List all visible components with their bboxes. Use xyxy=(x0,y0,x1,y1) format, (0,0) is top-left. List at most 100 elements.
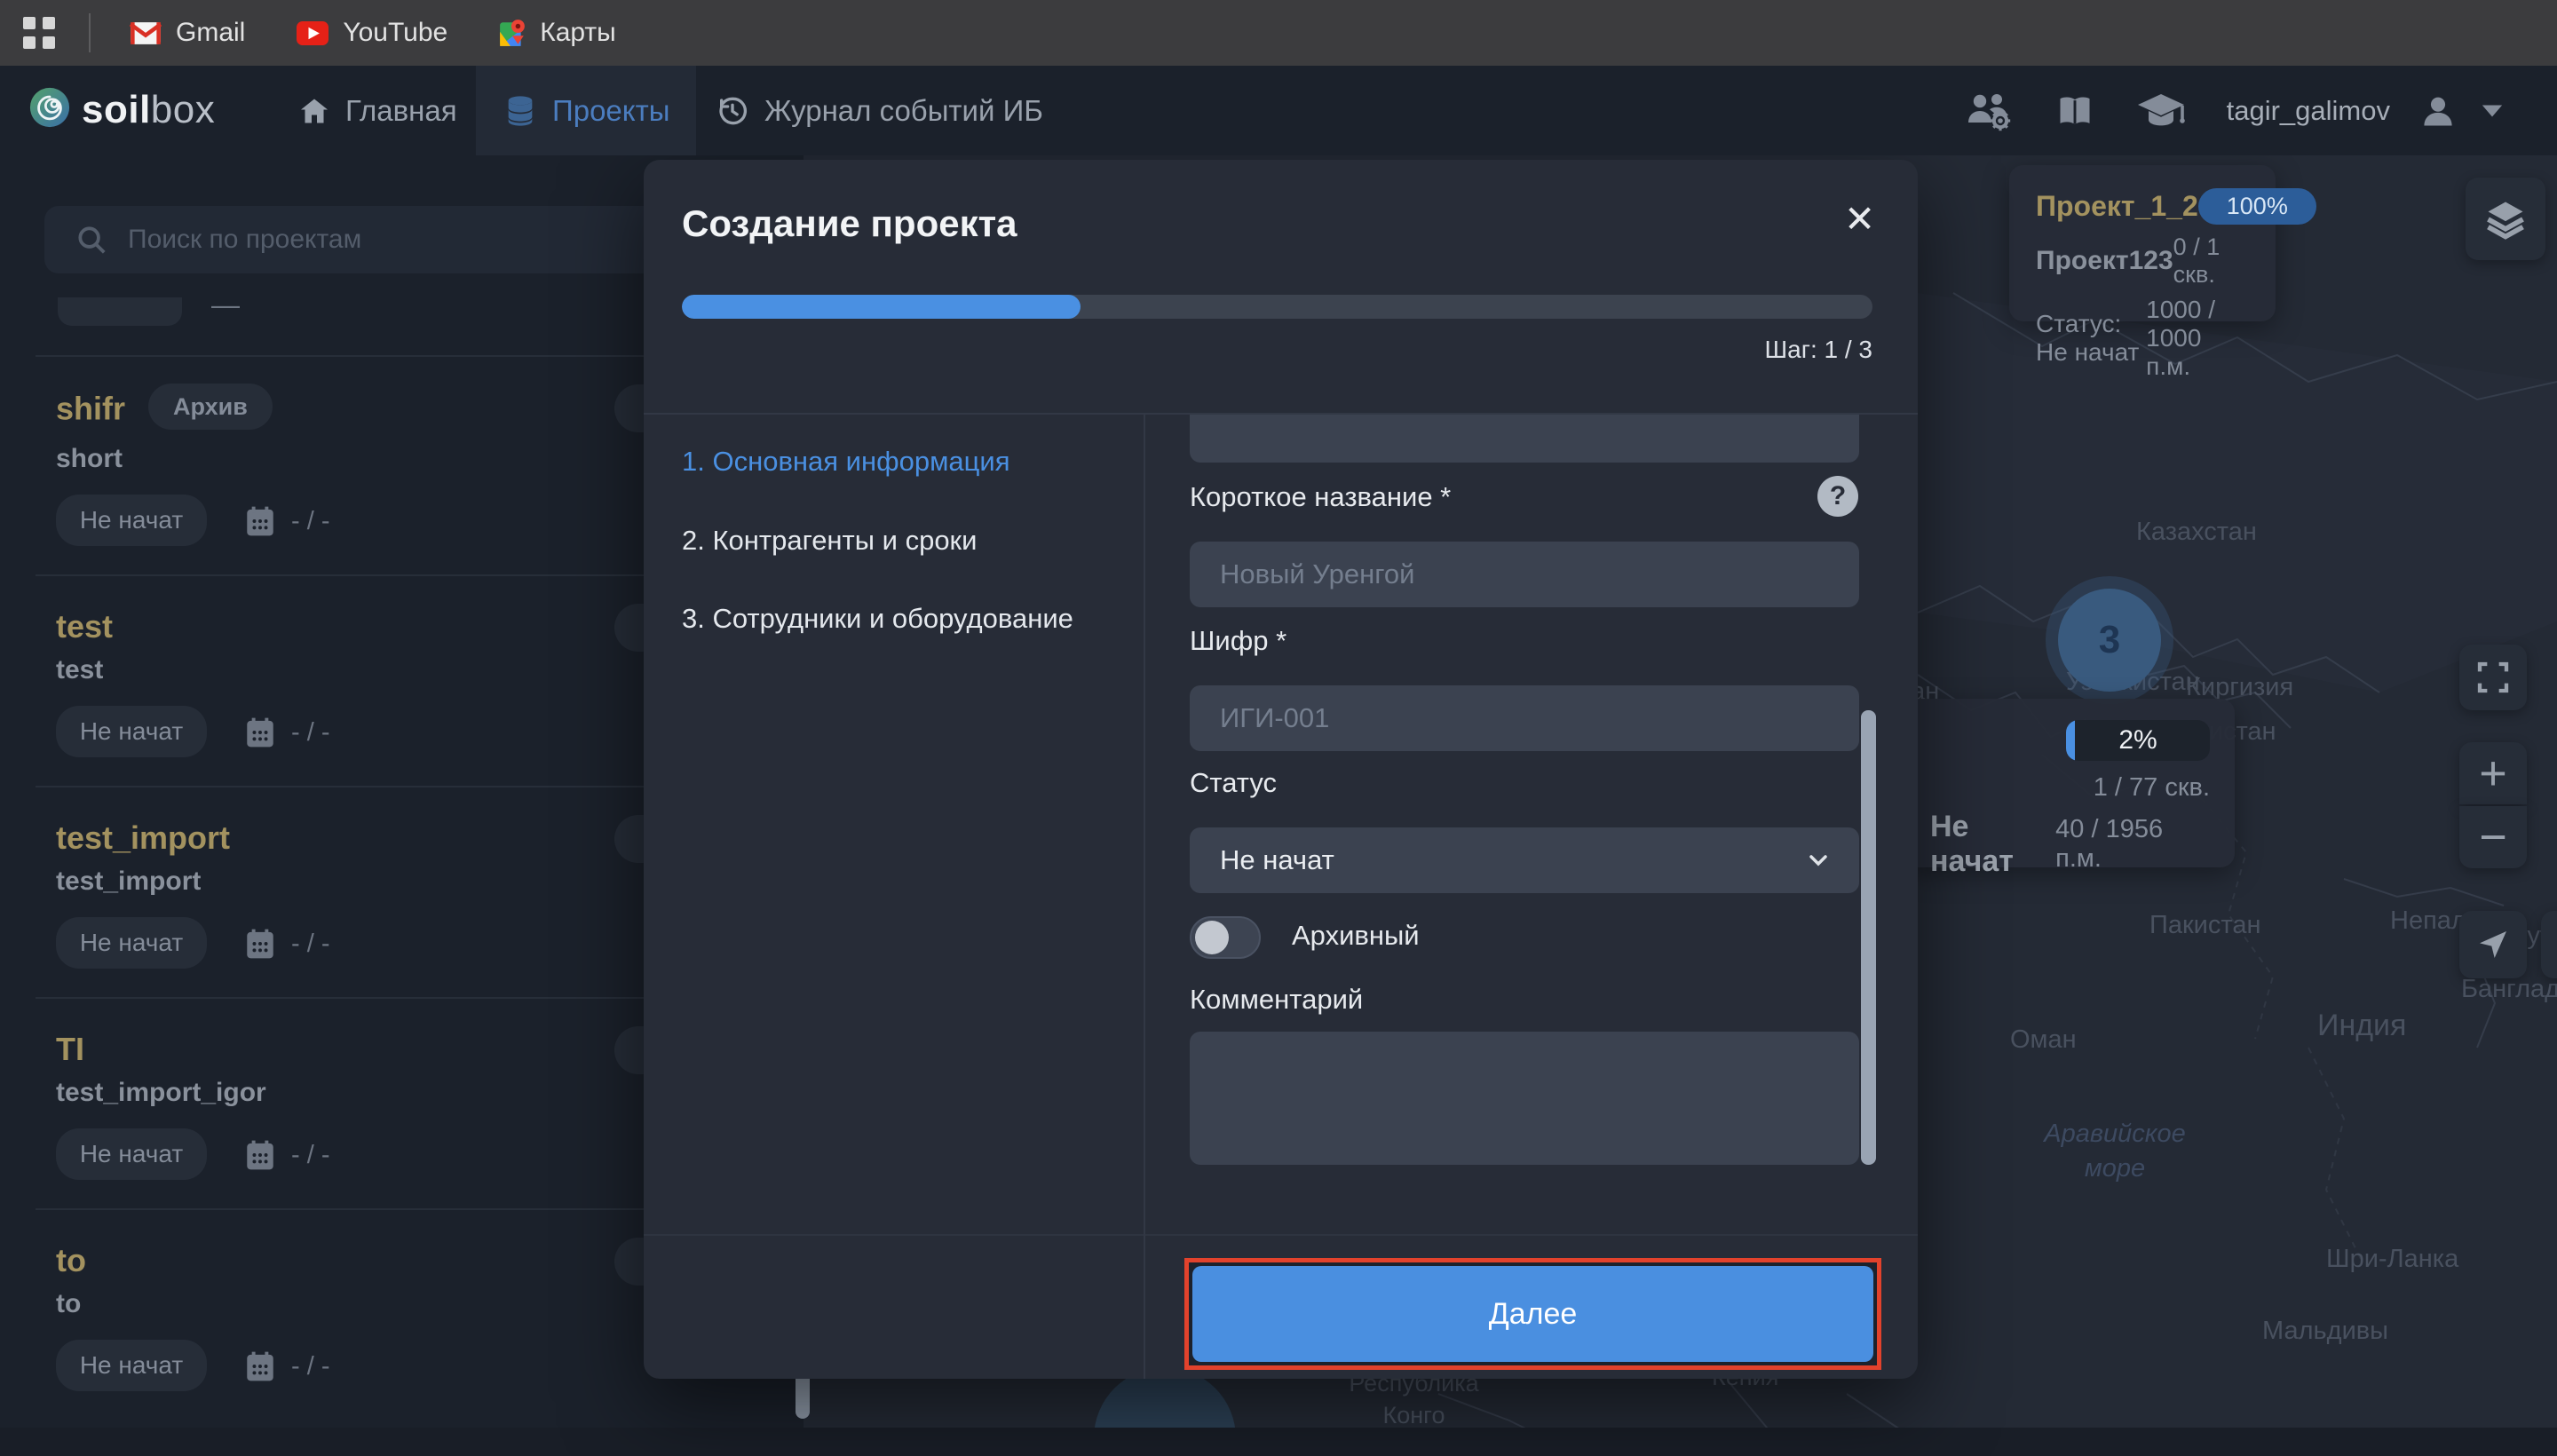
card-project-name: Проект_1_2 xyxy=(2036,190,2198,223)
help-icon[interactable]: ? xyxy=(1817,476,1858,517)
project-name: to xyxy=(56,1242,86,1279)
home-icon xyxy=(297,95,331,127)
wizard-step-3[interactable]: 3. Сотрудники и оборудование xyxy=(682,603,1073,635)
nav-event-log[interactable]: Журнал событий ИБ xyxy=(688,66,1070,155)
layers-icon xyxy=(2482,196,2529,242)
page: Gmail YouTube Карты soilbox Главная Прое… xyxy=(0,0,2557,1456)
chevron-down-icon[interactable] xyxy=(2481,103,2504,119)
dates-value: - / - xyxy=(291,1352,330,1381)
code-input[interactable] xyxy=(1190,685,1859,751)
youtube-icon xyxy=(297,21,329,45)
card-wells: 1 / 77 скв. xyxy=(2094,773,2210,803)
username[interactable]: tagir_galimov xyxy=(2227,95,2390,127)
wizard-step-2[interactable]: 2. Контрагенты и сроки xyxy=(682,525,977,557)
maps-icon xyxy=(499,19,526,47)
nav-projects[interactable]: Проекты xyxy=(476,66,696,155)
comment-label: Комментарий xyxy=(1190,984,1363,1016)
wizard-step-1[interactable]: 1. Основная информация xyxy=(682,446,1010,478)
next-button[interactable]: Далее xyxy=(1192,1266,1873,1362)
status-badge: Не начат xyxy=(56,1340,207,1391)
map-label: Непал xyxy=(2390,906,2466,936)
archive-toggle[interactable] xyxy=(1190,916,1261,959)
comment-textarea[interactable] xyxy=(1190,1032,1859,1165)
code-label: Шифр * xyxy=(1190,625,1286,657)
project-subtitle: test_import xyxy=(56,866,201,897)
fullscreen-button[interactable] xyxy=(2459,645,2527,710)
dates-value: - / - xyxy=(291,507,330,536)
divider xyxy=(89,13,91,52)
card-progress-badge: 2% xyxy=(2066,720,2210,761)
card-status: Статус: Не начат xyxy=(2036,310,2146,367)
status-badge: Не начат xyxy=(56,495,207,546)
map-label: Пакистан xyxy=(2149,911,2260,940)
map-label: Бангладеш xyxy=(2461,975,2557,1004)
calendar-icon xyxy=(245,1139,275,1171)
nav-home[interactable]: Главная xyxy=(271,66,484,155)
nav-label: Проекты xyxy=(552,94,669,128)
search-input[interactable] xyxy=(128,225,661,255)
divider xyxy=(644,1234,1918,1236)
card-progress-badge: 100% xyxy=(2198,188,2316,225)
bookmark-youtube[interactable]: YouTube xyxy=(297,18,447,48)
status-select[interactable]: Не начат xyxy=(1190,827,1859,893)
card-wells: 0 / 1 скв. xyxy=(2173,233,2249,289)
users-admin-icon[interactable] xyxy=(1964,91,2014,131)
location-arrow-icon xyxy=(2475,927,2511,962)
project-name: TI xyxy=(56,1031,84,1068)
map-label-sea: Аравийское море xyxy=(2035,1117,2195,1186)
locate-button[interactable] xyxy=(2459,911,2527,978)
nav-label: Главная xyxy=(345,94,457,128)
zoom-in-button[interactable]: + xyxy=(2459,742,2527,804)
user-icon[interactable] xyxy=(2418,91,2458,131)
cluster-count: 3 xyxy=(2099,618,2120,662)
archive-label: Архивный xyxy=(1292,920,1420,952)
close-icon[interactable]: ✕ xyxy=(1844,197,1875,241)
project-subtitle: test_import_igor xyxy=(56,1078,266,1108)
zoom-out-label: − xyxy=(2479,810,2507,865)
project-name: test xyxy=(56,608,113,645)
map-cluster-marker[interactable]: 3 xyxy=(2058,589,2161,692)
card-meters: 40 / 1956 п.м. xyxy=(2055,815,2210,874)
project-map-card[interactable]: Проект_1_2 100% Проект123 0 / 1 скв. Ста… xyxy=(2009,165,2276,321)
project-subtitle: short xyxy=(56,444,123,474)
partial-pill xyxy=(58,297,182,326)
form-scrollbar[interactable] xyxy=(1861,710,1876,1165)
short-name-input[interactable] xyxy=(1190,542,1859,607)
edge-button-partial[interactable] xyxy=(2541,911,2557,978)
status-badge: Не начат xyxy=(56,917,207,969)
apps-grid-icon[interactable] xyxy=(23,17,55,49)
clipped-input-partial[interactable] xyxy=(1190,415,1859,463)
create-project-modal: Создание проекта ✕ Шаг: 1 / 3 1. Основна… xyxy=(644,160,1918,1379)
project-dates: - / - xyxy=(245,928,330,960)
project-map-card[interactable]: 2% 1 / 77 скв. Не начат 40 / 1956 п.м. xyxy=(1905,699,2235,867)
project-dates: - / - xyxy=(245,505,330,537)
annotation-highlight: Далее xyxy=(1184,1258,1881,1370)
bookmarks-bar: Gmail YouTube Карты xyxy=(0,0,2557,66)
bookmark-gmail[interactable]: Gmail xyxy=(130,18,245,48)
project-name: shifrАрхив xyxy=(56,389,273,435)
status-badge: Не начат xyxy=(56,706,207,757)
soilbox-logo[interactable] xyxy=(29,87,70,128)
map-label: Индия xyxy=(2317,1009,2406,1043)
step-counter: Шаг: 1 / 3 xyxy=(682,336,1872,364)
project-dates: - / - xyxy=(245,1139,330,1171)
bookmark-label: YouTube xyxy=(343,18,447,48)
zoom-out-button[interactable]: − xyxy=(2459,806,2527,868)
project-dates: - / - xyxy=(245,716,330,748)
bookmark-label: Gmail xyxy=(176,18,245,48)
calendar-icon xyxy=(245,716,275,748)
layers-button[interactable] xyxy=(2466,178,2545,260)
dates-value: - / - xyxy=(291,1141,330,1170)
book-icon[interactable] xyxy=(2054,91,2095,131)
header-actions: tagir_galimov xyxy=(1964,66,2504,155)
dates-value: - / - xyxy=(291,930,330,959)
calendar-icon xyxy=(245,505,275,537)
map-label: Казахстан xyxy=(2136,518,2257,547)
card-status: Не начат xyxy=(1930,810,2055,879)
zoom-in-label: + xyxy=(2479,746,2507,801)
graduation-cap-icon[interactable] xyxy=(2136,91,2186,131)
bookmark-label: Карты xyxy=(540,18,616,48)
status-badge: Не начат xyxy=(56,1128,207,1180)
archive-badge: Архив xyxy=(148,384,273,430)
bookmark-maps[interactable]: Карты xyxy=(499,18,616,48)
